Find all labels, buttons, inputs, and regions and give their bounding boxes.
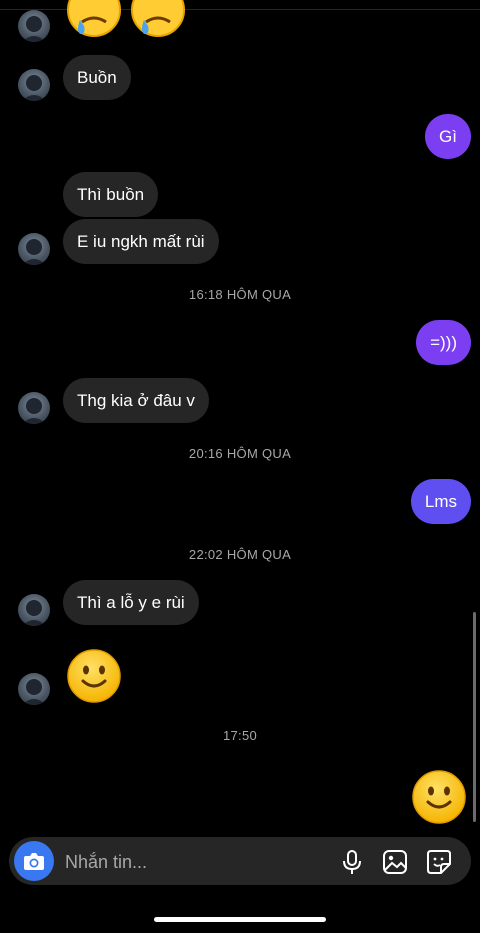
timestamp: 20:16 HÔM QUA <box>188 446 292 461</box>
image-icon[interactable] <box>382 849 408 875</box>
received-message[interactable]: E iu ngkh mất rùi <box>63 219 219 264</box>
timestamp: 22:02 HÔM QUA <box>188 547 292 562</box>
sticker-icon[interactable] <box>426 849 452 875</box>
received-message[interactable]: Thg kia ở đâu v <box>63 378 209 423</box>
chat-screen: Buồn Gì Thì buồn E iu ngkh mất rùi 16:18… <box>0 0 480 933</box>
sent-message[interactable]: Gì <box>425 114 471 159</box>
microphone-icon[interactable] <box>339 849 365 875</box>
scrollbar[interactable] <box>473 612 476 822</box>
message-composer <box>9 837 471 887</box>
timestamp: 16:18 HÔM QUA <box>188 287 292 302</box>
avatar-silhouette-icon <box>21 16 47 42</box>
contact-avatar[interactable] <box>18 233 50 265</box>
contact-avatar[interactable] <box>18 673 50 705</box>
sent-message[interactable]: Lms <box>410 479 471 524</box>
contact-avatar[interactable] <box>18 69 50 101</box>
contact-avatar[interactable] <box>18 10 50 42</box>
avatar-silhouette-icon <box>21 239 47 265</box>
contact-avatar[interactable] <box>18 594 50 626</box>
received-message[interactable]: Thì buồn <box>63 172 159 217</box>
avatar-silhouette-icon <box>21 600 47 626</box>
timestamp: 17:50 <box>222 728 258 743</box>
slightly-smiling-face-icon[interactable] <box>411 769 467 825</box>
avatar-silhouette-icon <box>21 75 47 101</box>
camera-button[interactable] <box>14 841 54 881</box>
received-message[interactable]: Buồn <box>63 55 131 100</box>
sent-message[interactable]: =))) <box>416 320 471 365</box>
received-message[interactable]: Thì a lỗ y e rùi <box>63 580 199 625</box>
contact-avatar[interactable] <box>18 392 50 424</box>
home-indicator[interactable] <box>154 917 326 922</box>
sad-relieved-emoji-icon <box>131 0 185 37</box>
sad-relieved-emoji-icon <box>67 0 121 37</box>
camera-icon <box>24 853 44 870</box>
message-input[interactable] <box>63 837 327 887</box>
avatar-silhouette-icon <box>21 679 47 705</box>
slightly-smiling-face-icon[interactable] <box>66 648 122 704</box>
avatar-silhouette-icon <box>21 398 47 424</box>
